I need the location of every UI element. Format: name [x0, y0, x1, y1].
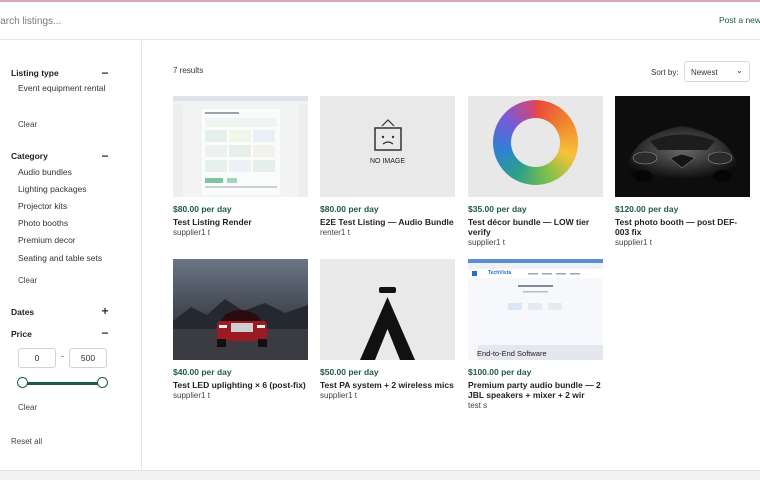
listing-card[interactable]: $120.00 per day Test photo booth — post …	[615, 96, 750, 247]
listing-owner: supplier1 t	[173, 228, 210, 237]
listing-owner: renter1 t	[320, 228, 350, 237]
listing-thumbnail: NO IMAGE	[320, 96, 455, 197]
listing-card[interactable]: $35.00 per day Test décor bundle — LOW t…	[468, 96, 603, 247]
listing-thumbnail	[468, 96, 603, 197]
listing-owner: supplier1 t	[468, 238, 505, 247]
listing-price: $80.00 per day	[320, 204, 379, 214]
listing-type-heading: Listing type	[11, 68, 59, 78]
price-heading: Price	[11, 329, 32, 339]
listing-title[interactable]: E2E Test Listing — Audio Bundle	[320, 217, 455, 227]
listing-card[interactable]: $50.00 per day Test PA system + 2 wirele…	[320, 259, 455, 400]
screenshot-brand-text: TechVista	[488, 270, 512, 276]
listing-title[interactable]: Premium party audio bundle — 2 JBL speak…	[468, 380, 603, 400]
price-slider-min-handle[interactable]	[17, 377, 28, 388]
listing-card[interactable]: $80.00 per day Test Listing Render suppl…	[173, 96, 308, 237]
listing-owner: supplier1 t	[320, 391, 357, 400]
listing-thumbnail	[320, 259, 455, 360]
listing-thumbnail	[173, 96, 308, 197]
price-slider-max-handle[interactable]	[97, 377, 108, 388]
listing-title[interactable]: Test LED uplighting × 6 (post-fix)	[173, 380, 308, 390]
header: Post a new l	[0, 2, 760, 40]
category-option[interactable]: Lighting packages	[18, 183, 87, 196]
listing-price: $50.00 per day	[320, 367, 379, 377]
price-collapse-button[interactable]: −	[98, 327, 112, 341]
listing-price: $80.00 per day	[173, 204, 232, 214]
listing-owner: test s	[468, 401, 488, 410]
app-screenshot-image	[173, 96, 308, 197]
category-option[interactable]: Photo booths	[18, 217, 68, 230]
sort-select[interactable]: Newest ⌄	[684, 61, 750, 82]
price-max-input[interactable]: 500	[69, 348, 107, 368]
listing-title[interactable]: Test décor bundle — LOW tier verify	[468, 217, 603, 237]
price-min-input[interactable]: 0	[18, 348, 56, 368]
listing-type-collapse-button[interactable]: −	[98, 67, 112, 81]
listing-card[interactable]: TechVista End-to-End Software $100.00 pe…	[468, 259, 603, 410]
listing-thumbnail	[173, 259, 308, 360]
listing-card[interactable]: $40.00 per day Test LED uplighting × 6 (…	[173, 259, 308, 400]
listing-price: $100.00 per day	[468, 367, 532, 377]
listing-price: $120.00 per day	[615, 204, 679, 214]
price-range-dash: -	[61, 351, 64, 361]
listing-owner: supplier1 t	[173, 391, 210, 400]
category-clear-button[interactable]: Clear	[18, 276, 37, 285]
filters-sidebar: Listing type − Event equipment rental Cl…	[0, 41, 142, 471]
no-image-label: NO IMAGE	[369, 158, 405, 165]
sort-label: Sort by:	[651, 68, 679, 77]
reset-all-button[interactable]: Reset all	[11, 437, 42, 446]
category-option[interactable]: Projector kits	[18, 200, 67, 213]
listing-title[interactable]: Test PA system + 2 wireless mics	[320, 380, 455, 390]
dates-expand-button[interactable]: +	[98, 305, 112, 319]
red-car-image	[173, 259, 308, 360]
listing-title[interactable]: Test Listing Render	[173, 217, 308, 227]
listing-thumbnail	[615, 96, 750, 197]
black-car-image	[615, 96, 750, 197]
listing-price: $35.00 per day	[468, 204, 527, 214]
screenshot-caption: End-to-End Software	[477, 349, 547, 358]
post-listing-link[interactable]: Post a new l	[719, 15, 760, 25]
window-bottom-bar	[0, 470, 760, 480]
results-count: 7 results	[173, 66, 204, 75]
category-heading: Category	[11, 151, 48, 161]
no-image-icon	[374, 119, 402, 151]
listing-type-clear-button[interactable]: Clear	[18, 120, 37, 129]
listing-card[interactable]: NO IMAGE $80.00 per day E2E Test Listing…	[320, 96, 455, 237]
road-icon	[360, 287, 415, 360]
search-input[interactable]	[0, 12, 288, 30]
listing-thumbnail: TechVista End-to-End Software	[468, 259, 603, 360]
category-option[interactable]: Audio bundles	[18, 166, 72, 179]
sort-selected-value: Newest	[691, 68, 718, 77]
category-collapse-button[interactable]: −	[98, 150, 112, 164]
category-option[interactable]: Seating and table sets	[18, 252, 102, 265]
price-slider-track[interactable]	[22, 382, 103, 385]
listing-price: $40.00 per day	[173, 367, 232, 377]
listing-title[interactable]: Test photo booth — post DEF-003 fix	[615, 217, 750, 237]
listing-type-option[interactable]: Event equipment rental	[18, 82, 108, 95]
color-ring-image	[493, 100, 578, 185]
listing-owner: supplier1 t	[615, 238, 652, 247]
dates-heading: Dates	[11, 307, 35, 317]
price-clear-button[interactable]: Clear	[18, 403, 37, 412]
category-option[interactable]: Premium decor	[18, 234, 76, 247]
chevron-down-icon: ⌄	[736, 66, 743, 75]
